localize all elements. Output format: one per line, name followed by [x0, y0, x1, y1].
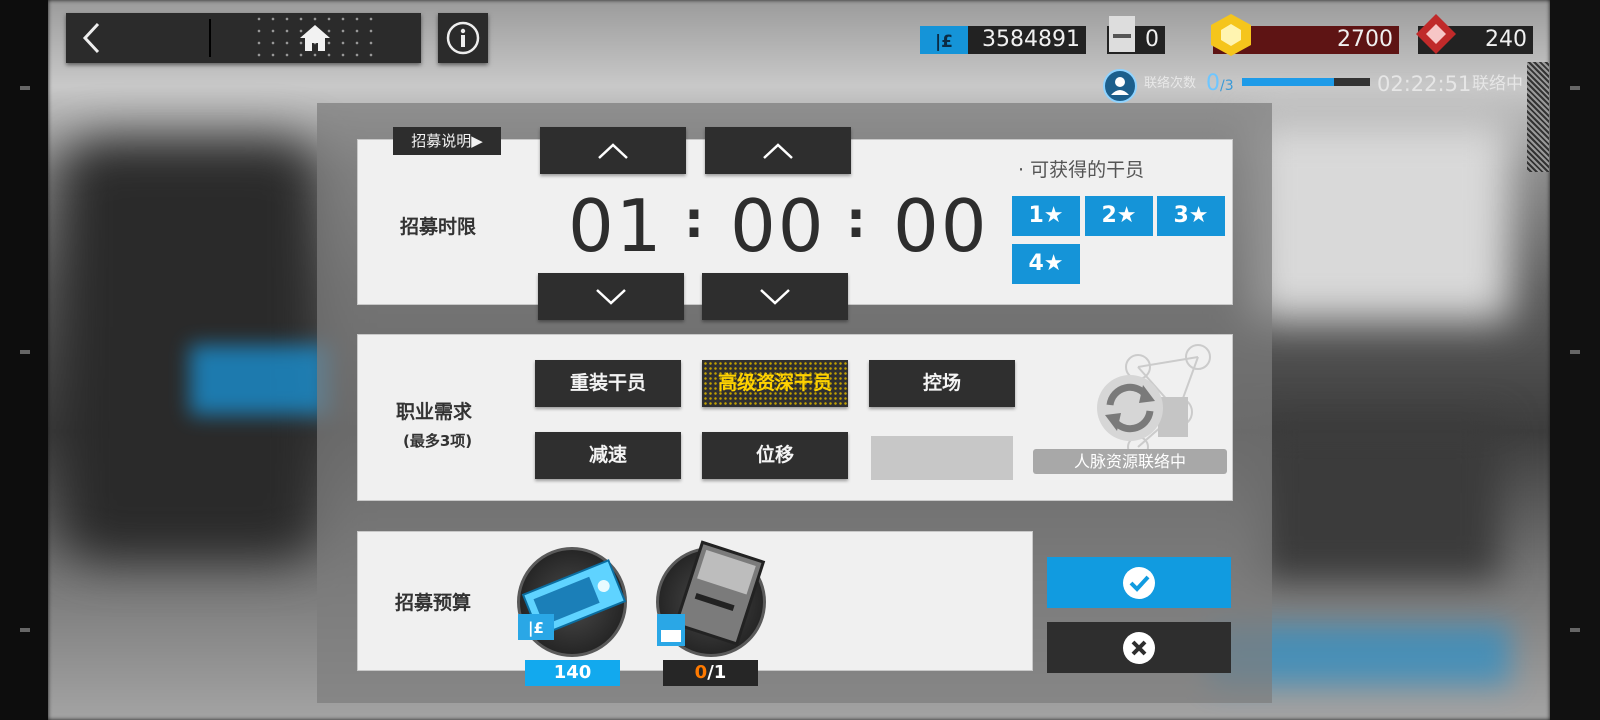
frame-tick: [1570, 628, 1580, 632]
originite-value: 240: [1485, 27, 1527, 52]
permit-counter: 0: [1107, 16, 1165, 54]
background-shape: [190, 345, 330, 415]
minute-up-button[interactable]: [705, 127, 851, 174]
home-button[interactable]: [252, 13, 377, 63]
left-frame: [0, 0, 48, 720]
contact-label: 联络次数: [1144, 76, 1197, 91]
permit-cost-value: 0/1: [663, 660, 758, 686]
star-3-button[interactable]: 3★: [1157, 196, 1225, 236]
lmd-cost-item: |£: [517, 547, 627, 657]
background-shape: [1260, 420, 1500, 580]
originite-counter: 240: [1416, 14, 1533, 54]
class-label: 职业需求: [396, 401, 473, 423]
svg-text:|£: |£: [528, 619, 544, 638]
hour-down-button[interactable]: [538, 273, 684, 320]
chevron-up-icon: [598, 142, 628, 159]
permit-value: 0: [1145, 27, 1159, 52]
star-2-button[interactable]: 2★: [1085, 196, 1153, 236]
originite-icon: [1416, 14, 1456, 54]
lmd-value: 3584891: [982, 27, 1080, 52]
frame-tick: [20, 628, 30, 632]
permit-icon: [1109, 16, 1135, 52]
home-icon: [300, 25, 330, 51]
background-shape: [1250, 120, 1510, 320]
chevron-down-icon: [760, 288, 790, 305]
info-icon: [446, 21, 480, 55]
hours-display: 01: [568, 184, 664, 268]
chevron-down-icon: [596, 288, 626, 305]
budget-label: 招募预算: [395, 592, 472, 614]
orundum-value: 2700: [1337, 27, 1393, 52]
frame-tick: [1570, 86, 1580, 90]
check-icon: [1123, 566, 1155, 599]
tag-defender[interactable]: 重装干员: [535, 360, 681, 407]
refresh-icon: [1097, 375, 1163, 441]
star-1-button[interactable]: 1★: [1012, 196, 1080, 236]
frame-tick: [20, 350, 30, 354]
lmd-icon: |£: [518, 614, 554, 640]
contact-status: 联络中: [1472, 74, 1523, 94]
contact-icon: [1103, 69, 1137, 103]
contact-bar: 联络次数 0/3 02:22:51 联络中: [1102, 68, 1532, 103]
permit-icon: [657, 614, 685, 646]
seconds-display: 00: [893, 184, 989, 268]
tag-empty-slot: [871, 436, 1013, 480]
contact-total: /3: [1220, 78, 1234, 94]
available-operators-title: · 可获得的干员: [1018, 159, 1145, 181]
time-colon: :: [684, 191, 704, 249]
chevron-left-icon: [82, 22, 100, 54]
contact-timer: 02:22:51: [1377, 72, 1472, 96]
orundum-icon: [1211, 14, 1251, 56]
permit-need: /1: [707, 662, 727, 683]
hour-up-button[interactable]: [540, 127, 686, 174]
contact-progress: [1242, 78, 1370, 86]
back-button[interactable]: [66, 13, 211, 63]
right-frame: [1550, 0, 1600, 720]
orundum-counter: 2700: [1211, 14, 1399, 56]
chevron-up-icon: [763, 142, 793, 159]
recruit-explain-button[interactable]: 招募说明▶: [393, 127, 501, 155]
contact-count: 0/3: [1206, 68, 1234, 102]
hr-contact-status: 人脉资源联络中: [1033, 449, 1227, 474]
contact-current: 0: [1206, 71, 1220, 96]
permit-have: 0: [694, 662, 708, 683]
lmd-cost-value: 140: [525, 660, 620, 686]
confirm-button[interactable]: [1047, 557, 1231, 608]
contact-progress-fill: [1242, 78, 1335, 86]
nav-divider: [209, 19, 211, 57]
tag-crowd-control[interactable]: 控场: [869, 360, 1015, 407]
minute-down-button[interactable]: [702, 273, 848, 320]
tag-shift[interactable]: 位移: [702, 432, 848, 479]
close-icon: [1123, 631, 1155, 664]
time-colon: :: [846, 191, 866, 249]
lmd-icon: |£: [920, 26, 968, 54]
tag-slow[interactable]: 减速: [535, 432, 681, 479]
lmd-counter: |£ 3584891: [920, 26, 1086, 54]
time-label: 招募时限: [400, 216, 477, 238]
frame-tick: [1570, 350, 1580, 354]
frame-tick: [20, 86, 30, 90]
svg-text:|£: |£: [935, 32, 953, 52]
star-4-button[interactable]: 4★: [1012, 244, 1080, 284]
tag-senior-operator[interactable]: 高级资深干员: [702, 360, 848, 407]
info-button[interactable]: [438, 13, 488, 63]
nav-bar: [66, 13, 421, 63]
class-sub-label: (最多3项): [403, 432, 473, 450]
permit-cost-item: [656, 540, 766, 657]
minutes-display: 00: [730, 184, 826, 268]
cancel-button[interactable]: [1047, 622, 1231, 673]
